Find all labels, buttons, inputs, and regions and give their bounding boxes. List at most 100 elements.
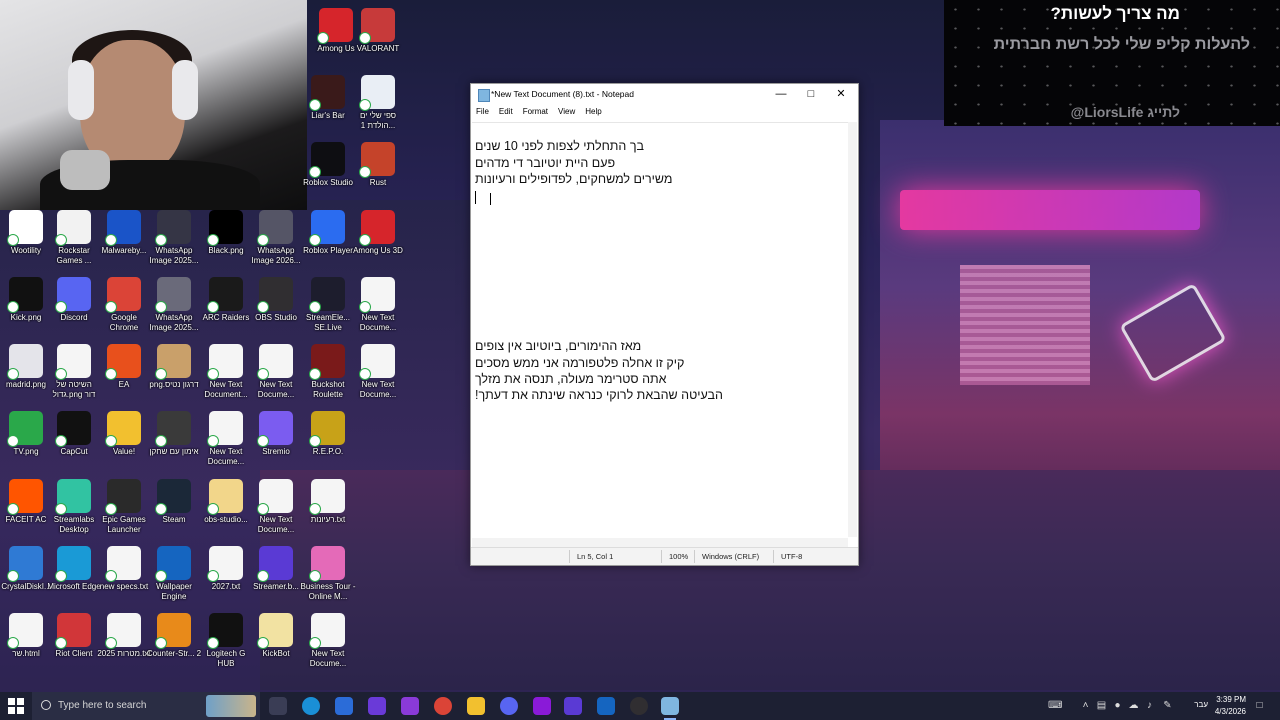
cloud-icon[interactable]: ☁ <box>1128 700 1139 711</box>
desktop-icon-kickbot[interactable]: KickBot <box>248 613 304 659</box>
sync-check-icon <box>309 301 321 313</box>
desktop-icon-capcut[interactable]: CapCut <box>46 411 102 457</box>
menu-file[interactable]: File <box>471 105 494 118</box>
network-icon[interactable]: ▤ <box>1096 700 1107 711</box>
app-taskbar-icon-1[interactable] <box>368 697 386 715</box>
desktop-icon-chrome[interactable]: Google Chrome <box>96 277 152 333</box>
notifications-icon[interactable]: □ <box>1254 700 1265 711</box>
desktop-icon-edge[interactable]: Microsoft Edge <box>46 546 102 592</box>
whatsapp-3-icon <box>155 277 191 313</box>
desktop-icon-hebrew-png[interactable]: השיטה של גדול.png דור <box>46 344 102 400</box>
desktop-icon-arc-raiders[interactable]: ARC Raiders <box>198 277 254 323</box>
desktop-icon-new-specs[interactable]: new specs.txt <box>96 546 152 592</box>
desktop-icon-ea[interactable]: EA <box>96 344 152 390</box>
desktop-icon-roblox-studio[interactable]: Roblox Studio <box>300 142 356 188</box>
desktop-icon-stremio[interactable]: Stremio <box>248 411 304 457</box>
windows-start-icon[interactable] <box>8 698 24 714</box>
desktop-icon-discord[interactable]: Discord <box>46 277 102 323</box>
horizontal-scrollbar[interactable] <box>472 538 848 547</box>
menu-help[interactable]: Help <box>580 105 606 118</box>
desktop-icon-label: השיטה של גדול.png דור <box>52 380 96 399</box>
volume-icon[interactable]: ♪ <box>1144 700 1155 711</box>
desktop-icon-new-text-1[interactable]: New Text Docume... <box>350 277 406 333</box>
cs2-icon <box>155 613 191 649</box>
desktop-icon-roblox-player[interactable]: Roblox Player <box>300 210 356 256</box>
desktop-icon-label: Malwareby... <box>101 246 147 255</box>
sync-check-icon <box>207 503 219 515</box>
menu-format[interactable]: Format <box>518 105 553 118</box>
streamerbot-taskbar-icon[interactable] <box>564 697 582 715</box>
desktop-icon-obs-studio-file[interactable]: obs-studio... <box>198 479 254 525</box>
desktop-icon-among-us-3d[interactable]: Among Us 3D <box>350 210 406 256</box>
desktop-icon-2027-txt[interactable]: 2027.txt <box>198 546 254 592</box>
vertical-scrollbar[interactable] <box>848 122 857 537</box>
pen-icon[interactable]: ✎ <box>1162 700 1173 711</box>
maximize-button[interactable]: □ <box>796 84 826 104</box>
desktop-icon-whatsapp-1[interactable]: WhatsApp Image 2025... <box>146 210 202 266</box>
notepad-text-area[interactable]: בך התחלתי לצפות לפני 10 שנים פעם היית יו… <box>472 122 848 537</box>
desktop-icon-label: OBS Studio <box>255 313 297 322</box>
clock[interactable]: 3:39 PM 4/3/2026 <box>1215 694 1246 718</box>
desktop-icon-value[interactable]: Value! <box>96 411 152 457</box>
sync-check-icon <box>155 301 167 313</box>
microphone-icon[interactable]: ● <box>1112 700 1123 711</box>
obs-taskbar-icon[interactable] <box>630 697 648 715</box>
desktop-icon-steam[interactable]: Steam <box>146 479 202 525</box>
chrome-taskbar-icon[interactable] <box>434 697 452 715</box>
desktop-icon-ideas-txt[interactable]: רעיונות.txt <box>300 479 356 525</box>
madrid-icon <box>7 344 43 380</box>
desktop-icon-rust[interactable]: Rust <box>350 142 406 188</box>
desktop-icon-new-text-7[interactable]: New Text Docume... <box>300 613 356 669</box>
desktop-icon-new-text-3[interactable]: New Text Docume... <box>248 344 304 400</box>
desktop-icon-rockstar[interactable]: Rockstar Games ... <box>46 210 102 266</box>
text-line-7: הבעיטה שהבאת לרוקי כנראה שינתה את דעתך! <box>475 388 723 402</box>
desktop-icon-streamerbot[interactable]: Streamer.b... <box>248 546 304 592</box>
minimize-button[interactable]: — <box>766 84 796 104</box>
desktop-icon-valorant[interactable]: VALORANT <box>350 8 406 54</box>
desktop-icon-cs2[interactable]: Counter-Str... 2 <box>146 613 202 659</box>
task-view-icon[interactable] <box>269 697 287 715</box>
desktop-icon-streamelements[interactable]: StreamEle... SE.Live <box>300 277 356 333</box>
desktop-icon-new-text-6[interactable]: New Text Docume... <box>248 479 304 535</box>
explorer-taskbar-icon[interactable] <box>467 697 485 715</box>
desktop-icon-goals-2025[interactable]: מטרות 2025.txt <box>96 613 152 659</box>
app-taskbar-icon-2[interactable] <box>401 697 419 715</box>
taskbar-search[interactable]: Type here to search <box>32 692 260 720</box>
desktop-icon-logitech[interactable]: Logitech G HUB <box>198 613 254 669</box>
desktop-icon-whatsapp-2[interactable]: WhatsApp Image 2026... <box>248 210 304 266</box>
notepad-taskbar-icon[interactable] <box>661 697 679 720</box>
desktop-icon-buckshot[interactable]: Buckshot Roulette <box>300 344 356 400</box>
desktop-icon-repo[interactable]: R.E.P.O. <box>300 411 356 457</box>
close-button[interactable]: ✕ <box>826 84 856 104</box>
keyboard-icon[interactable]: ⌨ <box>1048 700 1062 711</box>
desktop-icon-black-png[interactable]: Black.png <box>198 210 254 256</box>
sync-check-icon <box>105 637 117 649</box>
desktop-icon-new-text-4[interactable]: New Text Docume... <box>350 344 406 400</box>
desktop-icon-streamlabs[interactable]: Streamlabs Desktop <box>46 479 102 535</box>
desktop-icon-new-text-5[interactable]: New Text Docume... <box>198 411 254 467</box>
logitech-icon <box>207 613 243 649</box>
discord-taskbar-icon[interactable] <box>500 697 518 715</box>
desktop-icon-hebrew-shortcut[interactable]: אימון עם שחקן <box>146 411 202 457</box>
desktop-icon-whatsapp-3[interactable]: WhatsApp Image 2025... <box>146 277 202 333</box>
notepad-titlebar[interactable]: *New Text Document (8).txt - Notepad — □… <box>471 84 858 105</box>
desktop-icon-obs[interactable]: OBS Studio <box>248 277 304 323</box>
store-taskbar-icon[interactable] <box>335 697 353 715</box>
wallpaper-engine-taskbar-icon[interactable] <box>597 697 615 715</box>
desktop-icon-epic[interactable]: Epic Games Launcher <box>96 479 152 535</box>
desktop-icon-wallpaper-engine[interactable]: Wallpaper Engine <box>146 546 202 602</box>
desktop-icon-malwarebytes[interactable]: Malwareby... <box>96 210 152 256</box>
desktop-icon-business-tour[interactable]: Business Tour - Online M... <box>300 546 356 602</box>
chevron-up-icon[interactable]: ˄ <box>1080 700 1091 711</box>
edge-taskbar-icon[interactable] <box>302 697 320 715</box>
menu-edit[interactable]: Edit <box>494 105 518 118</box>
notepad-window[interactable]: *New Text Document (8).txt - Notepad — □… <box>470 83 859 566</box>
desktop-icon-birthday-list[interactable]: ספי שלי ים הולדת 1... <box>350 75 406 131</box>
language-indicator[interactable]: עבר <box>1194 700 1208 709</box>
menu-view[interactable]: View <box>553 105 580 118</box>
next-taskbar-icon[interactable] <box>533 697 551 715</box>
desktop-icon-hebrew-png-2[interactable]: png.דרגון נטיס <box>146 344 202 390</box>
desktop-icon-new-text-2[interactable]: New Text Document... <box>198 344 254 400</box>
desktop-icon-liars-bar[interactable]: Liar's Bar <box>300 75 356 121</box>
desktop-icon-riot[interactable]: Riot Client <box>46 613 102 659</box>
